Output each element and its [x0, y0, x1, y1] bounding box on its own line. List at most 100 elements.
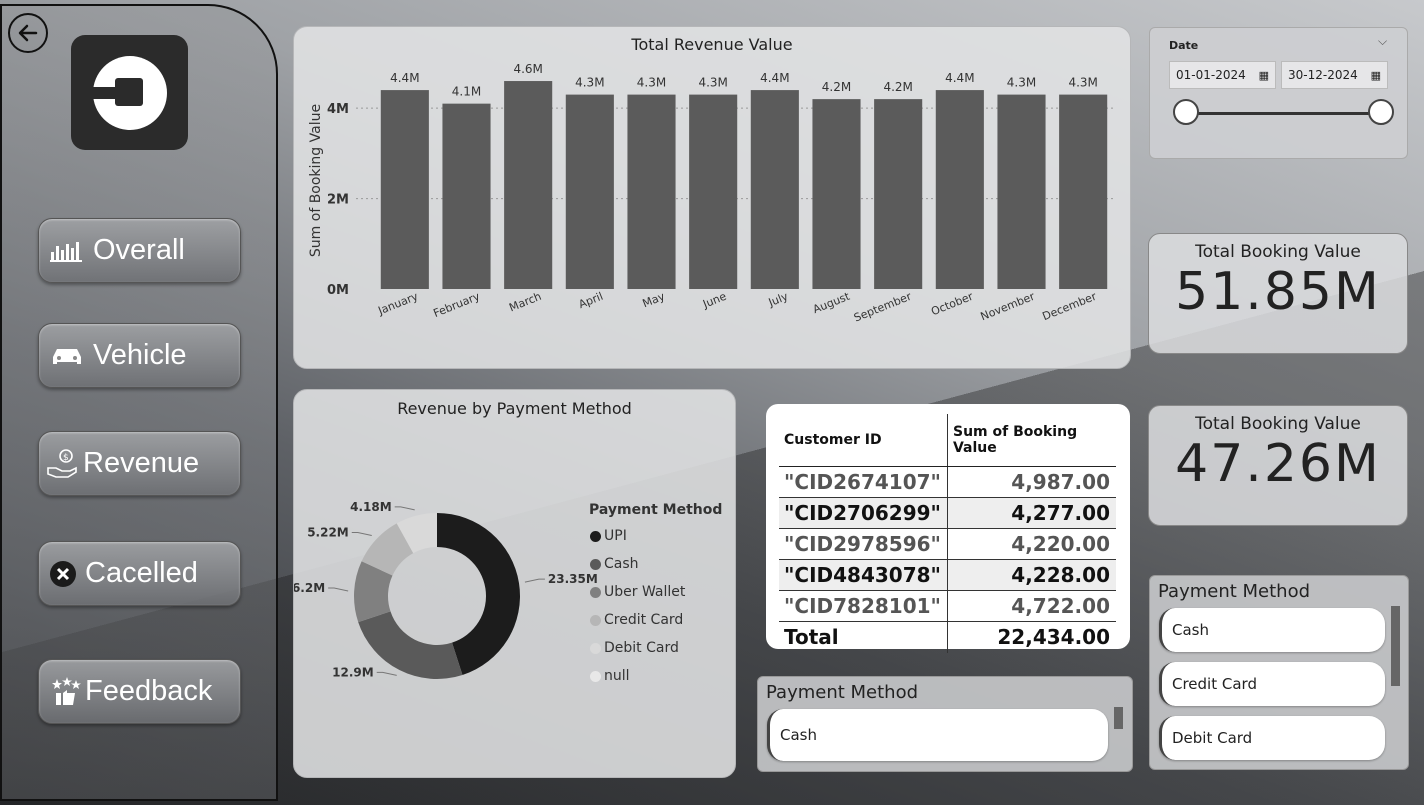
bar[interactable]: [689, 94, 738, 290]
kpi-2-title: Total Booking Value: [1195, 414, 1361, 434]
legend-label: Debit Card: [604, 640, 679, 656]
slicer-option-cash[interactable]: Cash: [767, 709, 1108, 761]
table-cell: 4,277.00: [946, 497, 1116, 529]
legend-item[interactable]: UPI: [590, 522, 685, 550]
x-tick-label: April: [577, 290, 605, 311]
slicer-scrollbar[interactable]: [1391, 606, 1400, 686]
table-row[interactable]: "CID2978596" 4,220.00: [779, 528, 1116, 560]
total-value: 22,434.00: [946, 621, 1116, 653]
legend-dot-icon: [590, 586, 601, 598]
legend-item[interactable]: Uber Wallet: [590, 578, 685, 606]
data-label: 4.6M: [513, 62, 542, 76]
x-tick-label: February: [432, 290, 483, 320]
end-date-input[interactable]: 30-12-2024 ▦: [1281, 61, 1388, 89]
bar[interactable]: [1059, 94, 1108, 290]
legend-label: UPI: [604, 528, 627, 544]
nav-overall-button[interactable]: Overall: [38, 218, 241, 283]
date-range-start-handle[interactable]: [1173, 99, 1199, 125]
column-header-customer-id[interactable]: Customer ID: [779, 414, 948, 467]
x-tick-label: March: [507, 290, 543, 315]
slice-label: 6.2M: [294, 581, 325, 595]
nav-overall-label: Overall: [93, 234, 185, 266]
date-slicer: Date ⌵ 01-01-2024 ▦ 30-12-2024 ▦: [1149, 27, 1408, 159]
bar[interactable]: [812, 99, 861, 289]
payment-donut-panel: Revenue by Payment Method 23.35M 12.9M 6.2…: [293, 389, 736, 778]
slicer-option-credit-card[interactable]: Credit Card: [1159, 662, 1385, 706]
bar[interactable]: [997, 94, 1046, 290]
date-range-end-handle[interactable]: [1368, 99, 1394, 125]
bar[interactable]: [380, 90, 429, 289]
svg-text:$: $: [63, 453, 69, 463]
chevron-down-icon[interactable]: ⌵: [1378, 34, 1387, 49]
data-label: 4.3M: [637, 76, 666, 90]
x-tick-label: November: [979, 290, 1037, 324]
legend-dot-icon: [590, 670, 601, 682]
legend-item[interactable]: Credit Card: [590, 606, 685, 634]
table-cell: "CID2674107": [779, 466, 948, 498]
back-button[interactable]: [8, 13, 48, 53]
table-row[interactable]: "CID4843078" 4,228.00: [779, 559, 1116, 591]
table-cell: "CID2706299": [779, 497, 948, 529]
data-label: 4.1M: [452, 85, 481, 99]
table-cell: "CID2978596": [779, 528, 948, 560]
slicer-option-debit-card[interactable]: Debit Card: [1159, 716, 1385, 760]
calendar-icon[interactable]: ▦: [1259, 69, 1269, 82]
y-axis-label: Sum of Booking Value: [308, 104, 324, 257]
y-tick-label: 0M: [327, 283, 349, 298]
legend-item[interactable]: Debit Card: [590, 634, 685, 662]
bar[interactable]: [627, 94, 676, 290]
calendar-icon[interactable]: ▦: [1371, 69, 1381, 82]
uber-logo: [71, 35, 188, 150]
data-label: 4.2M: [822, 80, 851, 94]
nav-vehicle-button[interactable]: Vehicle: [38, 323, 241, 388]
bar[interactable]: [935, 90, 984, 289]
slice-label: 12.9M: [332, 665, 374, 679]
legend-dot-icon: [590, 614, 601, 626]
bar[interactable]: [750, 90, 799, 289]
x-tick-label: September: [852, 290, 914, 325]
revenue-bar-chart: Sum of Booking Value 0M 2M 4M 4.4M January 4.1…: [308, 62, 1114, 325]
table-cell: "CID4843078": [779, 559, 948, 591]
leader-line: [376, 671, 397, 676]
table-total-row: Total 22,434.00: [779, 621, 1116, 653]
payment-method-slicer-right: Payment Method Cash Credit Card Debit Ca…: [1149, 575, 1409, 770]
leader-line: [328, 587, 349, 592]
table-row[interactable]: "CID2706299" 4,277.00: [779, 497, 1116, 529]
table-row[interactable]: "CID7828101" 4,722.00: [779, 590, 1116, 622]
column-header-booking-value[interactable]: Sum of Booking Value: [946, 414, 1116, 467]
table-row[interactable]: "CID2674107" 4,987.00: [779, 466, 1116, 498]
data-label: 4.2M: [883, 80, 912, 94]
nav-feedback-button[interactable]: Feedback: [38, 659, 241, 724]
x-tick-label: December: [1041, 290, 1099, 324]
bar[interactable]: [504, 81, 553, 289]
slicer-option-cash[interactable]: Cash: [1159, 608, 1385, 652]
x-tick-label: October: [929, 290, 975, 319]
revenue-chart-panel: Total Revenue Value Sum of Booking Value…: [293, 26, 1131, 369]
nav-revenue-button[interactable]: $ Revenue: [38, 431, 241, 496]
data-label: 4.3M: [698, 76, 727, 90]
x-tick-label: January: [375, 290, 420, 318]
legend-item[interactable]: Cash: [590, 550, 685, 578]
nav-feedback-label: Feedback: [85, 675, 213, 707]
legend-dot-icon: [590, 642, 601, 654]
donut-legend: UPI Cash Uber Wallet Credit Card Debit Card n…: [590, 522, 685, 690]
data-label: 4.4M: [945, 71, 974, 85]
start-date-input[interactable]: 01-01-2024 ▦: [1169, 61, 1276, 89]
kpi-card-2: Total Booking Value 47.26M: [1148, 405, 1408, 526]
bar[interactable]: [565, 94, 614, 290]
slicer-title: Payment Method: [766, 682, 919, 703]
bar[interactable]: [874, 99, 923, 289]
legend-item[interactable]: null: [590, 662, 685, 690]
table-cell: 4,722.00: [946, 590, 1116, 622]
slicer-scrollbar[interactable]: [1114, 707, 1123, 729]
legend-label: null: [604, 668, 630, 684]
data-label: 4.3M: [575, 76, 604, 90]
bar[interactable]: [442, 103, 491, 289]
slicer-option-label: Cash: [1172, 621, 1209, 639]
end-date-value: 30-12-2024: [1288, 68, 1358, 82]
legend-label: Uber Wallet: [604, 584, 686, 600]
nav-cancelled-button[interactable]: Cacelled: [38, 541, 241, 606]
data-label: 4.3M: [1068, 76, 1097, 90]
donut-slice[interactable]: [358, 611, 463, 679]
slicer-title: Payment Method: [1158, 581, 1311, 602]
